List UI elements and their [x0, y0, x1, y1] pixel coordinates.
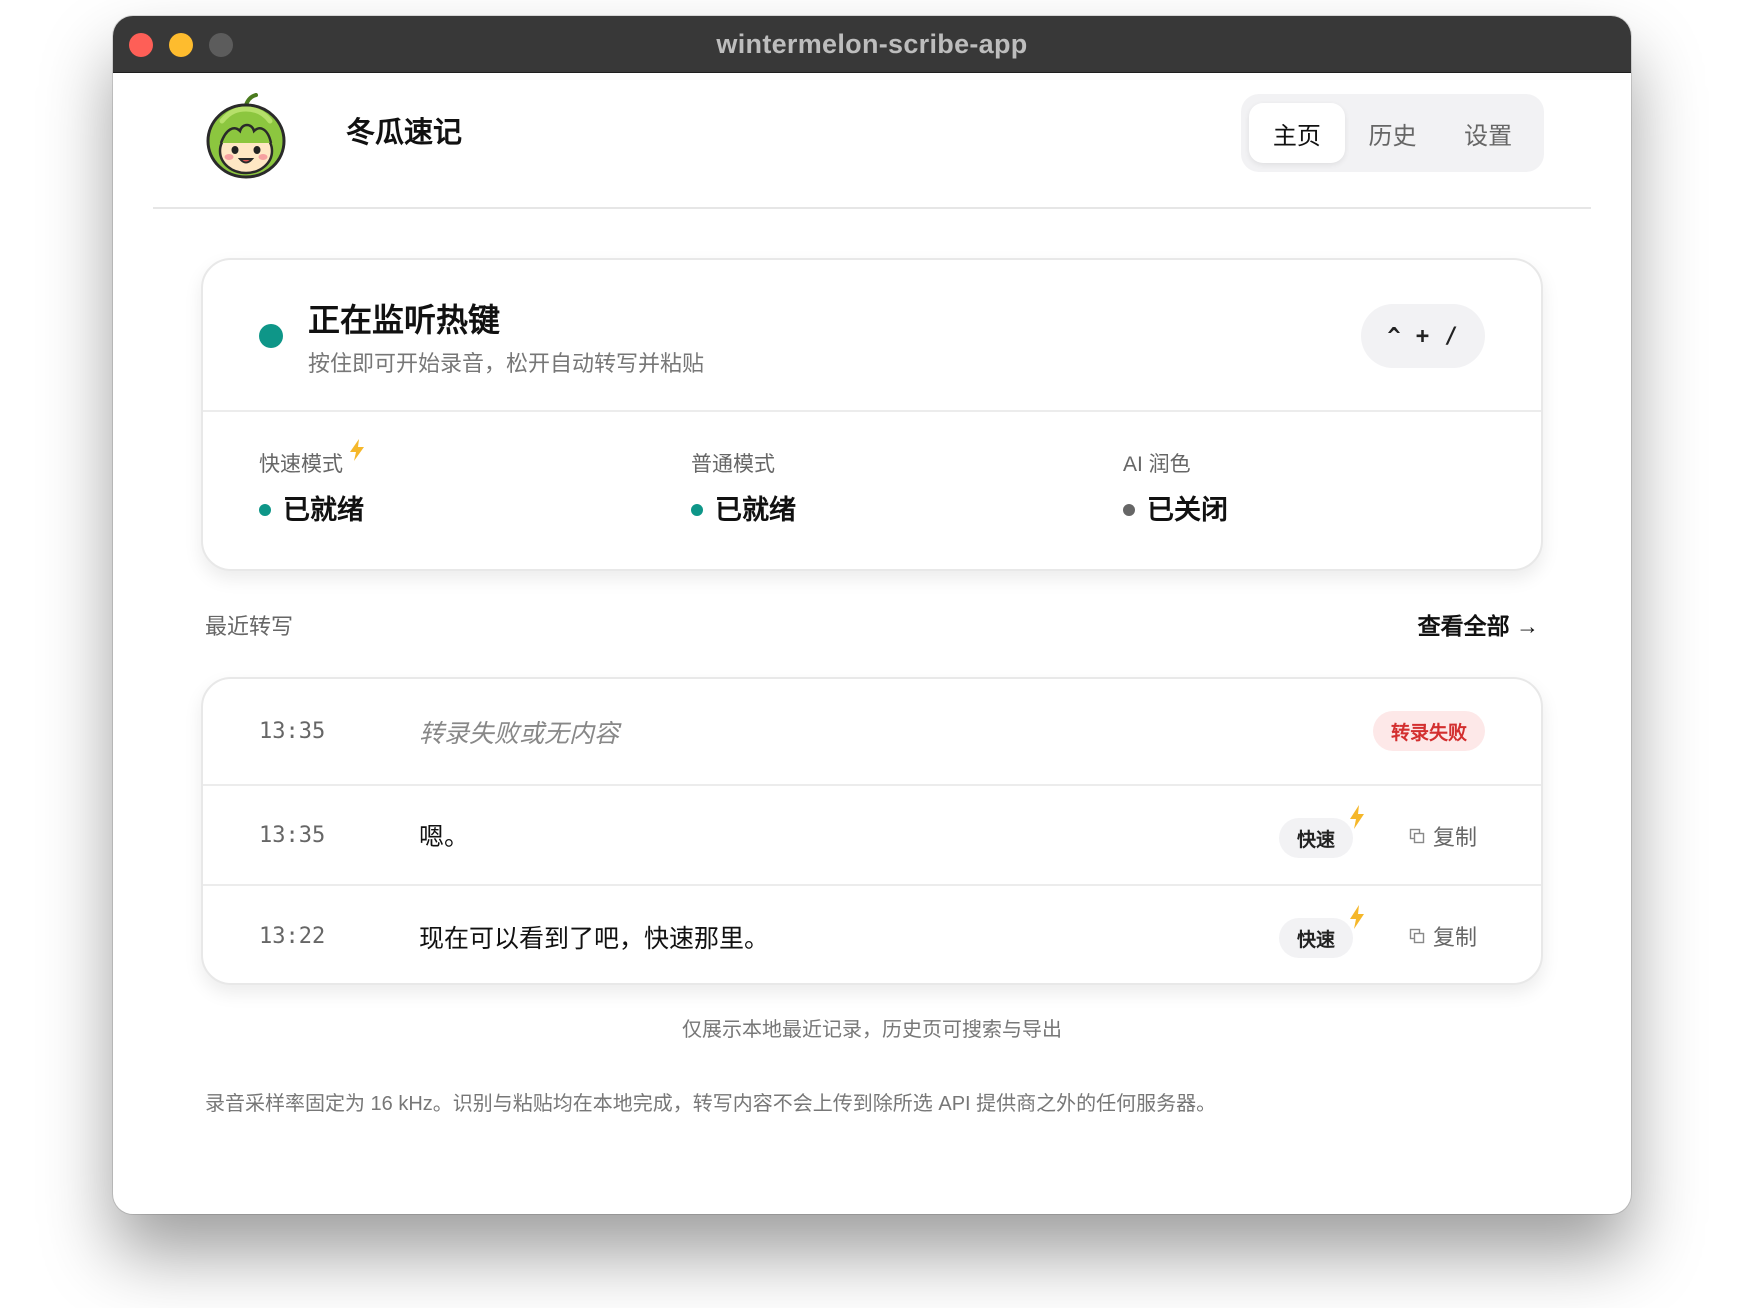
local-records-note: 仅展示本地最近记录，历史页可搜索与导出 — [682, 1019, 1062, 1041]
app-name: 冬瓜速记 — [346, 117, 463, 149]
list-item: 13:35 嗯。 快速 复制 — [203, 786, 1541, 886]
app-window: wintermelon-scribe-app 冬瓜速记 主页 历史 设置 正在监… — [113, 16, 1631, 1214]
lightning-bolt-icon — [1350, 805, 1364, 829]
window-title: wintermelon-scribe-app — [716, 29, 1028, 59]
item-time: 13:35 — [259, 822, 326, 848]
ai-polish-status: AI 润色 已关闭 — [1123, 450, 1228, 528]
item-text[interactable]: 现在可以看到了吧，快速那里。 — [419, 886, 769, 983]
copy-button[interactable]: 复制 — [1409, 916, 1477, 956]
ai-polish-value-text: 已关闭 — [1147, 495, 1228, 525]
copy-button[interactable]: 复制 — [1409, 816, 1477, 856]
copy-button-label: 复制 — [1432, 925, 1477, 950]
failed-status-badge: 转录失败 — [1372, 711, 1485, 751]
fast-mode-label: 快速模式 — [259, 439, 364, 480]
fast-mode-value: 已就绪 — [259, 492, 364, 528]
fast-mode-badge: 快速 — [1279, 818, 1353, 858]
ready-status-dot — [259, 504, 271, 516]
fast-mode-label-text: 快速模式 — [259, 453, 343, 476]
view-all-link[interactable]: 查看全部 → — [1418, 609, 1539, 643]
status-subtitle: 按住即可开始录音，松开自动转写并粘贴 — [308, 351, 705, 376]
fast-mode-status: 快速模式 已就绪 — [259, 439, 364, 528]
mode-status-grid: 快速模式 已就绪 普通模式 已就绪 AI 润色 已关闭 — [203, 412, 1541, 569]
normal-mode-value-text: 已就绪 — [715, 495, 796, 525]
lightning-bolt-icon — [350, 439, 364, 461]
hotkey-badge[interactable]: ^ + / — [1361, 304, 1485, 368]
fast-mode-value-text: 已就绪 — [283, 495, 364, 525]
item-text: 转录失败或无内容 — [419, 719, 620, 748]
list-item: 13:35 转录失败或无内容 转录失败 — [203, 679, 1541, 786]
normal-mode-value: 已就绪 — [691, 492, 796, 528]
tab-history[interactable]: 历史 — [1345, 103, 1441, 163]
recent-transcriptions-list: 13:35 转录失败或无内容 转录失败 13:35 嗯。 快速 复制 13:22… — [201, 677, 1543, 985]
item-text[interactable]: 嗯。 — [419, 786, 469, 884]
listening-indicator-dot — [259, 324, 283, 348]
list-item: 13:22 现在可以看到了吧，快速那里。 快速 复制 — [203, 886, 1541, 983]
listening-status-header: 正在监听热键 按住即可开始录音，松开自动转写并粘贴 ^ + / — [203, 260, 1541, 412]
copy-icon — [1409, 828, 1425, 844]
item-time: 13:35 — [259, 719, 326, 744]
tab-settings[interactable]: 设置 — [1440, 103, 1536, 163]
copy-button-label: 复制 — [1432, 825, 1477, 850]
normal-mode-label: 普通模式 — [691, 453, 775, 476]
off-status-dot — [1123, 504, 1135, 516]
ai-polish-value: 已关闭 — [1123, 492, 1228, 528]
ready-status-dot — [691, 504, 703, 516]
tab-home[interactable]: 主页 — [1249, 103, 1345, 163]
title-bar: wintermelon-scribe-app — [113, 16, 1631, 73]
item-time: 13:22 — [259, 924, 326, 949]
recent-section-title: 最近转写 — [205, 614, 294, 639]
listening-status-card: 正在监听热键 按住即可开始录音，松开自动转写并粘贴 ^ + / 快速模式 已就绪 — [201, 258, 1543, 571]
privacy-note: 录音采样率固定为 16 kHz。识别与粘贴均在本地完成，转写内容不会上传到除所选… — [205, 1093, 1217, 1115]
wintermelon-mascot-logo — [206, 93, 286, 179]
main-nav-tabs: 主页 历史 设置 — [1241, 94, 1544, 172]
ai-polish-label: AI 润色 — [1123, 453, 1191, 476]
main-content: 冬瓜速记 主页 历史 设置 正在监听热键 按住即可开始录音，松开自动转写并粘贴 … — [113, 73, 1631, 1214]
app-header: 冬瓜速记 主页 历史 设置 — [153, 73, 1591, 209]
lightning-bolt-icon — [1350, 905, 1364, 929]
fast-mode-badge: 快速 — [1279, 918, 1353, 958]
copy-icon — [1409, 928, 1425, 944]
normal-mode-status: 普通模式 已就绪 — [691, 450, 796, 528]
status-title: 正在监听热键 — [308, 302, 501, 338]
